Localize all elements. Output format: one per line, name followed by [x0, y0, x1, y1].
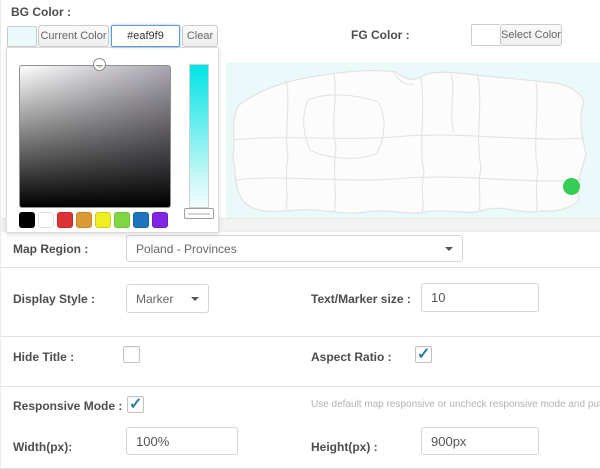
- aspect-ratio-label: Aspect Ratio :: [311, 350, 392, 364]
- height-label: Height(px) :: [311, 440, 378, 454]
- width-label: Width(px):: [13, 440, 73, 454]
- green-marker[interactable]: [563, 178, 580, 195]
- height-input[interactable]: [421, 427, 539, 455]
- palette-swatch[interactable]: [38, 212, 54, 228]
- palette-swatch[interactable]: [19, 212, 35, 228]
- hue-slider-handle[interactable]: [184, 208, 214, 219]
- display-style-label: Display Style :: [13, 292, 96, 306]
- palette-swatch[interactable]: [152, 212, 168, 228]
- hide-title-label: Hide Title :: [13, 350, 75, 364]
- display-style-select[interactable]: Marker: [126, 284, 209, 313]
- select-color-button[interactable]: Select Color: [500, 24, 562, 46]
- width-input[interactable]: [126, 427, 238, 455]
- palette-swatch[interactable]: [57, 212, 73, 228]
- current-color-button[interactable]: Current Color: [38, 25, 109, 47]
- saturation-square[interactable]: [19, 58, 171, 208]
- bg-color-label: BG Color :: [11, 5, 71, 19]
- map-region-label: Map Region :: [13, 242, 89, 256]
- palette-swatch[interactable]: [114, 212, 130, 228]
- map-preview[interactable]: [226, 62, 600, 218]
- hue-slider[interactable]: [189, 64, 209, 208]
- hide-title-checkbox[interactable]: [123, 346, 140, 363]
- saturation-handle-icon[interactable]: [93, 58, 106, 71]
- chevron-down-icon: [191, 296, 199, 305]
- marker-size-label: Text/Marker size :: [311, 292, 411, 306]
- marker-size-input[interactable]: [421, 283, 539, 312]
- responsive-mode-label: Responsive Mode :: [13, 399, 123, 413]
- responsive-hint-text: Use default map responsive or uncheck re…: [311, 399, 600, 410]
- chevron-down-icon: [445, 246, 453, 255]
- display-style-value: Marker: [136, 291, 174, 306]
- divider: [1, 336, 600, 337]
- fg-color-swatch[interactable]: [471, 24, 500, 46]
- clear-color-button[interactable]: Clear: [182, 25, 218, 47]
- color-palette: [19, 212, 175, 228]
- map-region-select[interactable]: Poland - Provinces: [126, 235, 463, 262]
- responsive-mode-checkbox[interactable]: [127, 394, 144, 414]
- divider: [1, 267, 600, 268]
- color-picker-panel: [6, 47, 219, 233]
- map-region-value: Poland - Provinces: [136, 241, 237, 256]
- palette-swatch[interactable]: [133, 212, 149, 228]
- fg-color-label: FG Color :: [351, 28, 410, 42]
- poland-provinces-map: [232, 70, 587, 214]
- divider: [1, 386, 600, 387]
- aspect-ratio-checkbox[interactable]: [415, 344, 432, 364]
- palette-swatch[interactable]: [76, 212, 92, 228]
- palette-swatch[interactable]: [95, 212, 111, 228]
- hex-color-input[interactable]: [111, 25, 180, 47]
- bg-color-swatch[interactable]: [7, 26, 37, 47]
- map-settings-panel: BG Color : FG Color : Select Color Curre…: [0, 0, 600, 469]
